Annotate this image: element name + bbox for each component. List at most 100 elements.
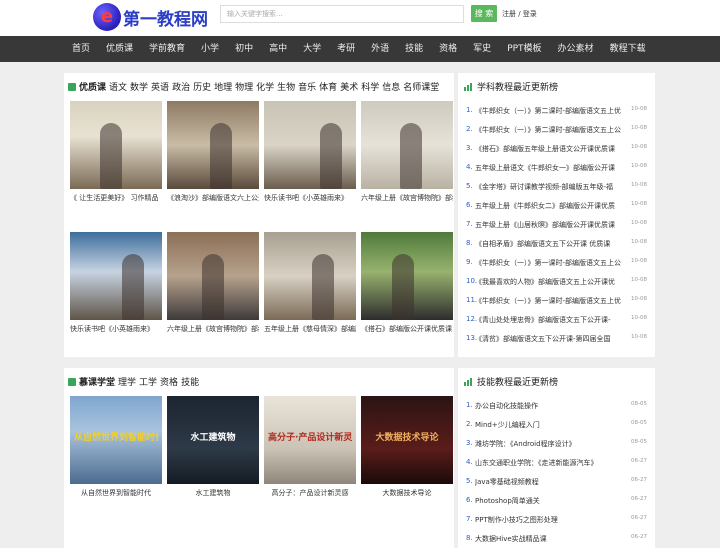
nav-item[interactable]: 技能 <box>397 36 431 62</box>
nav-item[interactable]: 高中 <box>261 36 295 62</box>
tag-link[interactable]: 英语 <box>151 83 169 93</box>
tag-link[interactable]: 资格 <box>160 378 178 388</box>
course-title[interactable]: 快乐读书吧《小英雄雨来》 <box>264 192 356 204</box>
rank-item[interactable]: 5. 《金字塔》研讨课教学视频-部编版五年级-福 10-08 <box>466 182 652 192</box>
nav-item[interactable]: 军史 <box>465 36 499 62</box>
nav-item[interactable]: 小学 <box>193 36 227 62</box>
tag-link[interactable]: 美术 <box>340 83 358 93</box>
rank-item[interactable]: 6. Photoshop简单通关 06-27 <box>466 496 652 506</box>
classroom-students-image[interactable] <box>167 101 259 189</box>
rank-title-link[interactable]: 《牛郎织女（一）》第一课时-部编版语文五上公 <box>475 258 627 268</box>
tag-link[interactable]: 信息 <box>382 83 400 93</box>
nav-item[interactable]: 办公素材 <box>550 36 602 62</box>
course-card[interactable]: 六年级上册《故宫博物院》部编版 <box>361 101 453 206</box>
course-title[interactable]: 六年级上册《故宫博物院》部编版 <box>167 323 259 335</box>
tag-link[interactable]: 工学 <box>139 378 157 388</box>
course-title[interactable]: 六年级上册《故宫博物院》部编版 <box>361 192 453 204</box>
rank-item[interactable]: 6. 五年级上册《牛郎织女二》部编版公开课优质 10-08 <box>466 201 652 211</box>
light-cover-image[interactable]: 高分子·产品设计新灵感 <box>264 396 356 484</box>
rank-title-link[interactable]: 《牛郎织女（一）》第一课时-部编版语文五上优 <box>475 296 627 306</box>
course-title[interactable]: 五年级上册《慈母情深》部编版 <box>264 323 356 335</box>
tag-link[interactable]: 历史 <box>193 83 211 93</box>
rank-item[interactable]: 2. 《牛郎织女（一）》第二课时-部编版语文五上公 10-08 <box>466 125 652 135</box>
nav-item[interactable]: 学前教育 <box>141 36 193 62</box>
nav-item[interactable]: PPT模板 <box>499 36 549 62</box>
course-title[interactable]: 快乐读书吧《小英雄雨来》 <box>70 323 162 335</box>
login-link[interactable]: 注册 / 登录 <box>502 9 537 19</box>
course-title[interactable]: 从自然世界到智能时代 <box>70 487 162 499</box>
rank-item[interactable]: 11. 《牛郎织女（一）》第一课时-部编版语文五上优 10-08 <box>466 296 652 306</box>
classroom-students-image[interactable] <box>167 232 259 320</box>
tag-link[interactable]: 地理 <box>214 83 232 93</box>
rank-title-link[interactable]: 五年级上册《山居秋暝》部编版公开课优质课 <box>475 220 627 230</box>
rank-item[interactable]: 7. 五年级上册《山居秋暝》部编版公开课优质课 10-08 <box>466 220 652 230</box>
rank-title-link[interactable]: Mind+少儿编程入门 <box>475 420 627 430</box>
course-card[interactable]: 大数据技术导论 大数据技术导论 <box>361 396 453 501</box>
course-card[interactable]: 五年级上册《慈母情深》部编版 <box>264 232 356 337</box>
tag-link[interactable]: 音乐 <box>298 83 316 93</box>
course-card[interactable]: 从自然世界到智能时代 从自然世界到智能时代 <box>70 396 162 501</box>
course-card[interactable]: 水工建筑物 水工建筑物 <box>167 396 259 501</box>
nav-item[interactable]: 教程下载 <box>602 36 654 62</box>
rank-title-link[interactable]: 五年级上册语文《牛郎织女一》部编版公开课 <box>475 163 627 173</box>
course-title[interactable]: 《搭石》部编版公开课优质课 <box>361 323 453 335</box>
nav-item[interactable]: 优质课 <box>98 36 141 62</box>
tag-link[interactable]: 语文 <box>109 83 127 93</box>
tag-link[interactable]: 政治 <box>172 83 190 93</box>
classroom-projector-image[interactable] <box>70 232 162 320</box>
course-title[interactable]: 水工建筑物 <box>167 487 259 499</box>
course-card[interactable]: 快乐读书吧《小英雄雨来》 <box>264 101 356 206</box>
tag-link[interactable]: 物理 <box>235 83 253 93</box>
site-logo[interactable]: e 第一教程网 <box>93 3 208 31</box>
rank-title-link[interactable]: 《搭石》部编版五年级上册语文公开课优质课 <box>475 144 627 154</box>
tag-link[interactable]: 体育 <box>319 83 337 93</box>
rank-title-link[interactable]: 《金字塔》研讨课教学视频-部编版五年级-福 <box>475 182 627 192</box>
nav-item[interactable]: 外语 <box>363 36 397 62</box>
rank-item[interactable]: 7. PPT制作小技巧之图形处理 06-27 <box>466 515 652 525</box>
rank-title-link[interactable]: 《清贫》部编版语文五下公开课-第四届全国 <box>475 334 627 344</box>
rank-item[interactable]: 8. 大数据Hive实战精品课 06-27 <box>466 534 652 544</box>
classroom-girl-image[interactable] <box>264 101 356 189</box>
rank-item[interactable]: 13. 《清贫》部编版语文五下公开课-第四届全国 10-08 <box>466 334 652 344</box>
course-title[interactable]: 《 让生活更美好》 习作精品 <box>70 192 162 204</box>
rank-item[interactable]: 3. 潍坊学院：《Android程序设计》 08-05 <box>466 439 652 449</box>
course-card[interactable]: 《 让生活更美好》 习作精品 <box>70 101 162 206</box>
course-card[interactable]: 高分子·产品设计新灵感高分子：产品设计新灵感 <box>264 396 356 501</box>
city-skyline-image[interactable]: 从自然世界到智能时代 <box>70 396 162 484</box>
tag-link[interactable]: 化学 <box>256 83 274 93</box>
rank-item[interactable]: 5. Java零基础视频教程 06-27 <box>466 477 652 487</box>
red-cover-image[interactable]: 大数据技术导论 <box>361 396 453 484</box>
rank-title-link[interactable]: 《牛郎织女（一）》第二课时-部编版语文五上优 <box>475 106 627 116</box>
rank-item[interactable]: 3. 《搭石》部编版五年级上册语文公开课优质课 10-08 <box>466 144 652 154</box>
rank-title-link[interactable]: 《我最喜欢的人物》部编版语文五上公开课优 <box>475 277 627 287</box>
tag-link[interactable]: 技能 <box>181 378 199 388</box>
classroom-teacher-image[interactable] <box>70 101 162 189</box>
search-button[interactable]: 搜 索 <box>471 5 497 22</box>
course-title[interactable]: 大数据技术导论 <box>361 487 453 499</box>
teacher-green-board-image[interactable] <box>361 232 453 320</box>
course-card[interactable]: 《浪淘沙》部编版语文六上公开课 <box>167 101 259 206</box>
rank-item[interactable]: 2. Mind+少儿编程入门 08-05 <box>466 420 652 430</box>
rank-title-link[interactable]: PPT制作小技巧之图形处理 <box>475 515 627 525</box>
tag-link[interactable]: 名师课堂 <box>403 83 439 93</box>
rank-title-link[interactable]: 五年级上册《牛郎织女二》部编版公开课优质 <box>475 201 627 211</box>
course-title[interactable]: 《浪淘沙》部编版语文六上公开课 <box>167 192 259 204</box>
tag-link[interactable]: 数学 <box>130 83 148 93</box>
classroom-girls-image[interactable] <box>264 232 356 320</box>
rank-item[interactable]: 10. 《我最喜欢的人物》部编版语文五上公开课优 10-08 <box>466 277 652 287</box>
rank-item[interactable]: 9. 《牛郎织女（一）》第一课时-部编版语文五上公 10-08 <box>466 258 652 268</box>
search-input[interactable]: 输入关键字搜索... <box>220 5 464 23</box>
tag-link[interactable]: 科学 <box>361 83 379 93</box>
rank-item[interactable]: 4. 五年级上册语文《牛郎织女一》部编版公开课 10-08 <box>466 163 652 173</box>
rank-item[interactable]: 12. 《青山处处埋忠骨》部编版语文五下公开课- 10-08 <box>466 315 652 325</box>
rank-title-link[interactable]: 潍坊学院：《Android程序设计》 <box>475 439 627 449</box>
tag-link[interactable]: 理学 <box>118 378 136 388</box>
rank-item[interactable]: 4. 山东交通职业学院：《走进新能源汽车》 06-27 <box>466 458 652 468</box>
course-card[interactable]: 《搭石》部编版公开课优质课 <box>361 232 453 337</box>
rank-title-link[interactable]: 大数据Hive实战精品课 <box>475 534 627 544</box>
rank-title-link[interactable]: 办公自动化技能操作 <box>475 401 627 411</box>
tag-link[interactable]: 生物 <box>277 83 295 93</box>
classroom-teacher-board-image[interactable] <box>361 101 453 189</box>
nav-item[interactable]: 考研 <box>329 36 363 62</box>
rank-item[interactable]: 8. 《自相矛盾》部编版语文五下公开课 优质课 10-08 <box>466 239 652 249</box>
